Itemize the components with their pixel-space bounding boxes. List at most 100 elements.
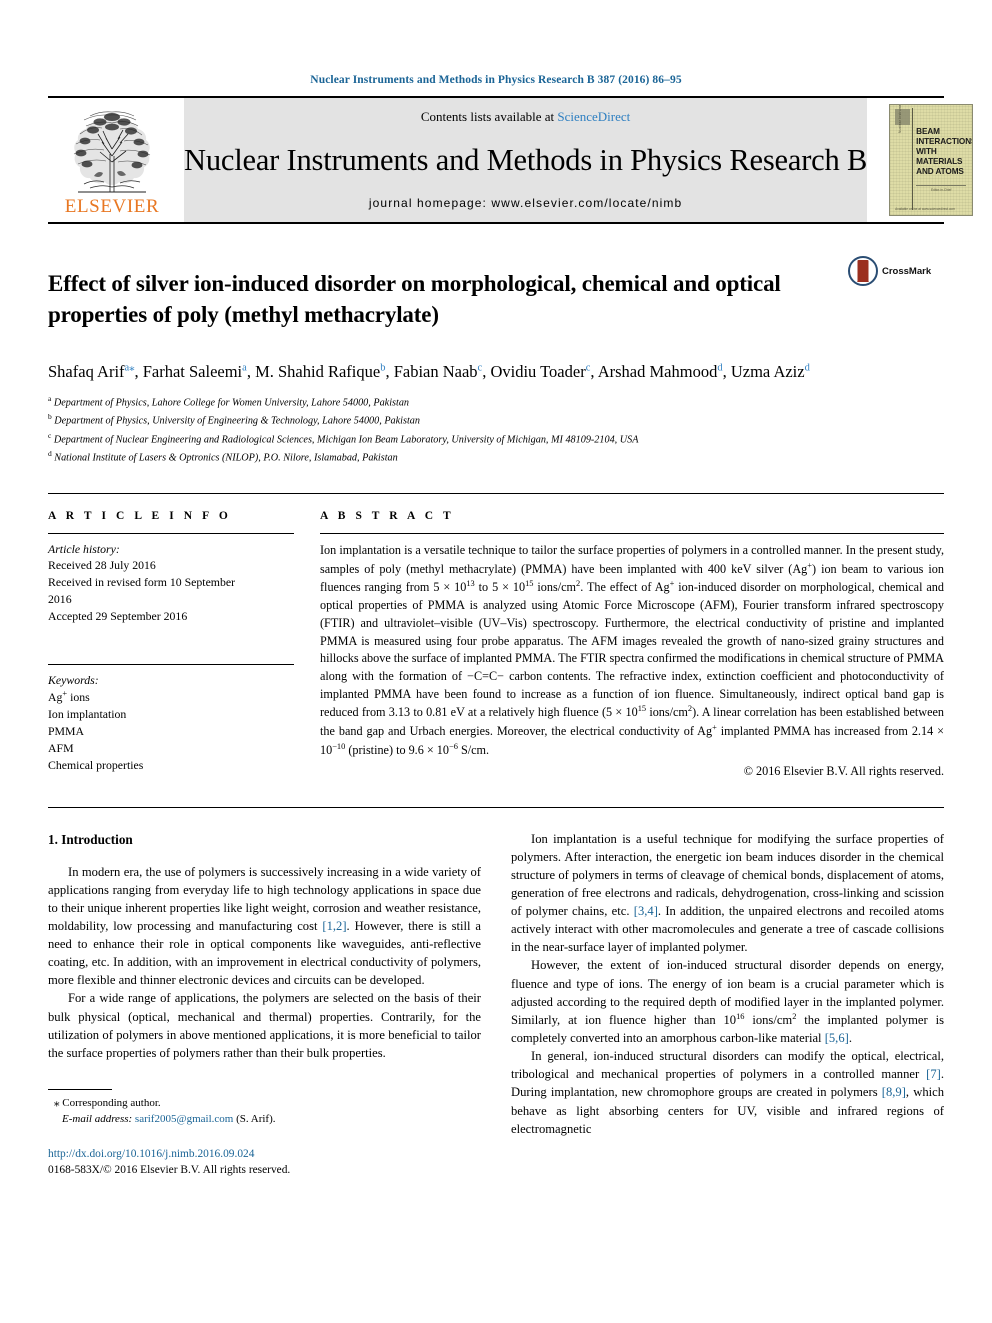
- doi-block: http://dx.doi.org/10.1016/j.nimb.2016.09…: [48, 1146, 481, 1179]
- journal-masthead: ELSEVIER Contents lists available at Sci…: [48, 96, 974, 224]
- crossmark-badge[interactable]: CrossMark: [848, 254, 944, 286]
- author-name: Shafaq Arif: [48, 361, 125, 381]
- keywords-rule: [48, 664, 294, 666]
- sciencedirect-link[interactable]: ScienceDirect: [557, 109, 630, 124]
- cover-title-line: BEAM: [916, 127, 940, 136]
- keyword-item: PMMA: [48, 724, 85, 739]
- author-affil-mark: d: [804, 362, 810, 374]
- cover-title-line: MATERIALS: [916, 157, 963, 166]
- cover-title-line: WITH: [916, 147, 937, 156]
- affiliation-text: Department of Nuclear Engineering and Ra…: [53, 434, 639, 446]
- keyword-superscript: +: [62, 689, 68, 699]
- keyword-item: Chemical properties: [48, 757, 144, 772]
- author-name: Ovidiu Toader: [490, 361, 586, 381]
- cover-spine-text: Nuclear Instruments & Methods in Physics…: [898, 105, 902, 133]
- affiliation-mark: c: [48, 430, 52, 440]
- article-info-rule: [48, 532, 294, 534]
- doi-link[interactable]: http://dx.doi.org/10.1016/j.nimb.2016.09…: [48, 1146, 481, 1163]
- corresponding-label: Corresponding author.: [62, 1096, 161, 1109]
- article-info-heading: A R T I C L E I N F O: [48, 509, 232, 522]
- journal-cover-thumbnail: Nuclear Instruments & Methods in Physics…: [875, 98, 987, 222]
- section-heading-introduction: 1. Introduction: [48, 831, 133, 847]
- info-abstract-region: A R T I C L E I N F O Article history: R…: [48, 492, 944, 779]
- email-label: E-mail address:: [62, 1113, 133, 1126]
- contents-prefix: Contents lists available at: [420, 109, 558, 124]
- abstract-column: A B S T R A C T Ion implantation is a ve…: [320, 510, 944, 779]
- author-affil-mark: c: [477, 362, 483, 374]
- citation-ref[interactable]: [1,2]: [322, 919, 346, 933]
- paper-page: Nuclear Instruments and Methods in Physi…: [0, 0, 992, 1323]
- elsevier-wordmark: ELSEVIER: [64, 196, 160, 217]
- affiliation-mark: a: [48, 393, 52, 403]
- article-history-item: Received in revised form 10 September: [48, 574, 236, 589]
- keyword-item: Ag+ ions: [48, 689, 90, 705]
- body-paragraph: In modern era, the use of polymers is su…: [48, 864, 482, 988]
- crossmark-label: CrossMark: [882, 265, 932, 277]
- keyword-item: AFM: [48, 740, 74, 755]
- article-history-item: Accepted 29 September 2016: [48, 608, 188, 623]
- affiliation-item: b Department of Physics, University of E…: [48, 411, 944, 430]
- corresponding-marker: ⁎: [54, 1096, 60, 1109]
- affiliation-mark: d: [48, 449, 52, 459]
- keywords-title: Keywords:: [48, 673, 99, 688]
- body-paragraph: For a wide range of applications, the po…: [48, 991, 481, 1060]
- body-paragraph: However, the extent of ion-induced struc…: [511, 958, 944, 1046]
- article-history-title: Article history:: [48, 541, 120, 556]
- body-paragraph: In general, ion-induced structural disor…: [511, 1049, 944, 1136]
- elsevier-tree-icon: [73, 111, 151, 193]
- email-note: E-mail address: sarif2005@gmail.com (S. …: [48, 1111, 481, 1128]
- author-affil-mark: c: [585, 362, 591, 374]
- body-right-column: Ion implantation is a useful technique f…: [511, 830, 944, 1179]
- abstract-copyright: © 2016 Elsevier B.V. All rights reserved…: [743, 763, 944, 778]
- author-name: Arshad Mahmood: [597, 361, 718, 381]
- email-link[interactable]: sarif2005@gmail.com: [135, 1113, 233, 1125]
- cover-spine-rule: [912, 108, 914, 210]
- author-name: Fabian Naab: [393, 361, 478, 381]
- affiliation-item: c Department of Nuclear Engineering and …: [48, 430, 944, 449]
- title-block: Effect of silver ion-induced disorder on…: [48, 254, 944, 346]
- affiliation-item: a Department of Physics, Lahore College …: [48, 393, 944, 412]
- page-title: Effect of silver ion-induced disorder on…: [48, 271, 781, 327]
- citation-ref[interactable]: [3,4]: [634, 904, 658, 918]
- author-name: Farhat Saleemi: [142, 361, 243, 381]
- abstract-rule: [320, 532, 944, 534]
- affiliation-mark: b: [48, 412, 52, 422]
- body-left-column: 1. Introduction In modern era, the use o…: [48, 830, 481, 1179]
- issn-copyright-line: 0168-583X/© 2016 Elsevier B.V. All right…: [48, 1164, 291, 1177]
- journal-homepage[interactable]: journal homepage: www.elsevier.com/locat…: [369, 196, 682, 210]
- author-affil-mark: a: [242, 362, 247, 374]
- keywords-block: Keywords: Ag+ ions Ion implantation PMMA…: [48, 664, 294, 773]
- contents-available-line: Contents lists available at ScienceDirec…: [421, 109, 630, 125]
- elsevier-logo: ELSEVIER: [48, 98, 176, 222]
- cover-footer-center: Editor-in-Chief: [916, 185, 967, 192]
- article-history-item: 2016: [48, 591, 72, 606]
- footnote-rule: [48, 1088, 112, 1090]
- cover-title-line: INTERACTIONS: [916, 137, 974, 146]
- abstract-text: Ion implantation is a versatile techniqu…: [320, 542, 944, 757]
- citation-ref[interactable]: [8,9]: [882, 1085, 906, 1099]
- body-paragraph: Ion implantation is a useful technique f…: [511, 831, 944, 955]
- body-columns: 1. Introduction In modern era, the use o…: [48, 806, 944, 1179]
- author-name: M. Shahid Rafique: [255, 361, 381, 381]
- author-list: Shafaq Arifa⁎, Farhat Saleemia, M. Shahi…: [48, 361, 810, 381]
- corresponding-author-mark: ⁎: [129, 362, 135, 374]
- author-name: Uzma Aziz: [730, 361, 805, 381]
- article-info-column: A R T I C L E I N F O Article history: R…: [48, 510, 320, 779]
- author-affil-mark: d: [717, 362, 723, 374]
- cover-title-line: AND ATOMS: [916, 167, 964, 176]
- affiliation-text: Department of Physics, Lahore College fo…: [53, 397, 410, 409]
- affiliation-item: d National Institute of Lasers & Optroni…: [48, 448, 944, 467]
- cover-image: Nuclear Instruments & Methods in Physics…: [889, 104, 974, 216]
- cover-footer-bottom: Available online at www.sciencedirect.co…: [895, 207, 955, 211]
- running-head: Nuclear Instruments and Methods in Physi…: [310, 74, 682, 86]
- affiliation-list: a Department of Physics, Lahore College …: [48, 393, 944, 467]
- crossmark-icon: [848, 256, 878, 286]
- abstract-heading: A B S T R A C T: [320, 509, 455, 522]
- citation-ref[interactable]: [7]: [926, 1067, 941, 1081]
- footnote-block: ⁎ Corresponding author. E-mail address: …: [48, 1084, 481, 1179]
- affiliation-text: National Institute of Lasers & Optronics…: [54, 452, 398, 464]
- keyword-item: Ion implantation: [48, 707, 127, 722]
- citation-ref[interactable]: [5,6]: [825, 1031, 849, 1045]
- email-suffix: (S. Arif).: [236, 1113, 276, 1126]
- article-history-item: Received 28 July 2016: [48, 557, 156, 572]
